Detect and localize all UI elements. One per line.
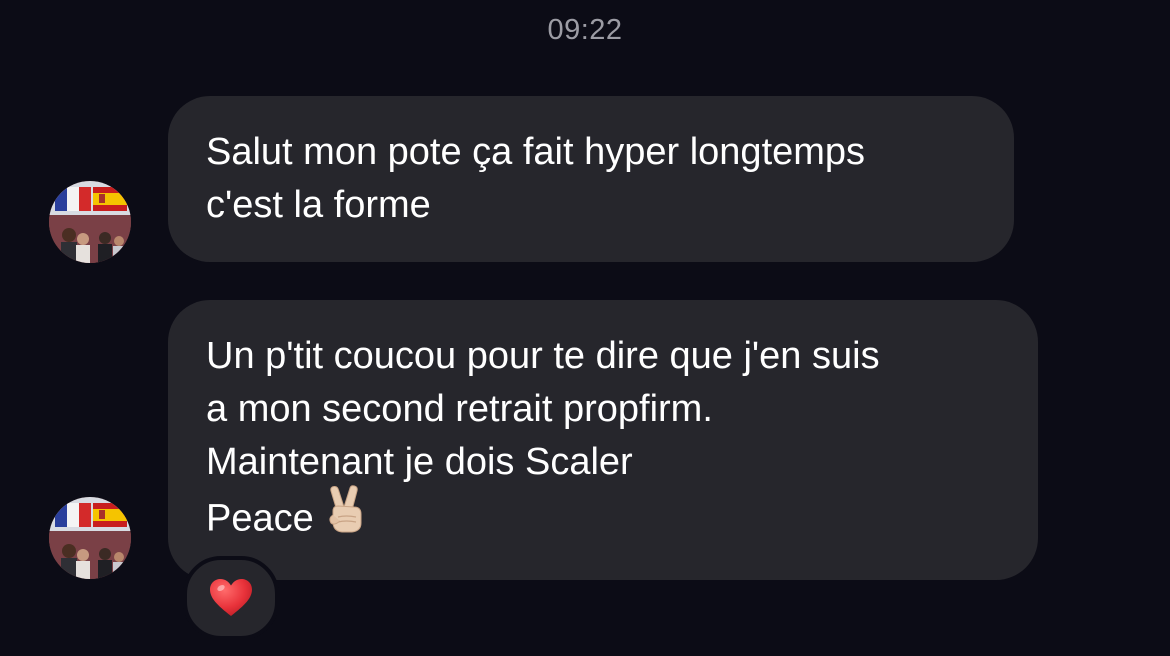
message-bubble[interactable]: Salut mon pote ça fait hyper longtemps c… (168, 96, 1014, 262)
message-text-line-peace: Peace (206, 485, 1000, 552)
message-text-line: Salut mon pote ça fait hyper longtemps (206, 131, 866, 173)
message-text-line: c'est la forme (206, 184, 431, 226)
avatar-image (49, 497, 131, 579)
contact-avatar[interactable] (49, 181, 131, 263)
victory-hand-icon (324, 485, 368, 548)
avatar-image (49, 181, 131, 263)
message-text-line: Un p'tit coucou pour te dire que j'en su… (206, 335, 880, 377)
message-text-fragment: Peace (206, 497, 314, 540)
message-bubble[interactable]: Un p'tit coucou pour te dire que j'en su… (168, 300, 1038, 580)
message-text-line: a mon second retrait propfirm. (206, 388, 713, 430)
contact-avatar[interactable] (49, 497, 131, 579)
message-text-line: Maintenant je dois Scaler (206, 441, 633, 483)
reaction-badge[interactable] (183, 556, 279, 640)
red-heart-icon (210, 579, 252, 616)
message-timestamp: 09:22 (547, 14, 623, 46)
